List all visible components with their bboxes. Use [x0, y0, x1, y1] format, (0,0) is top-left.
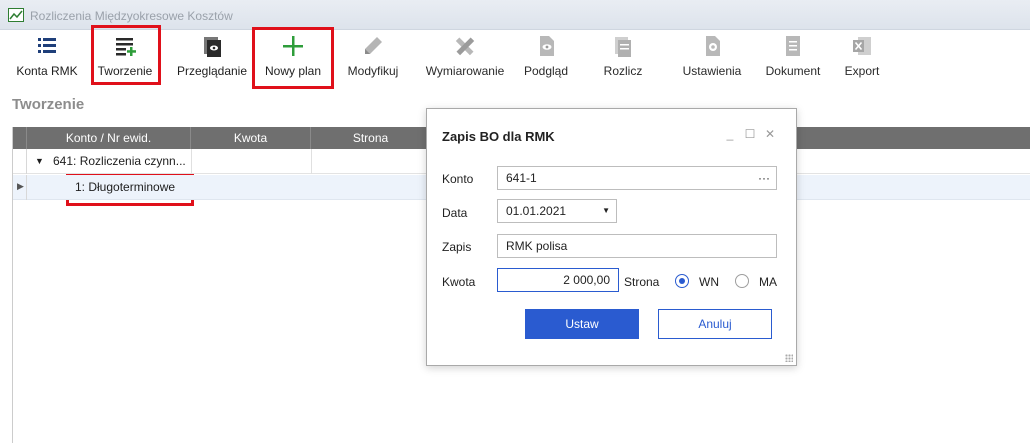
zapis-bo-dialog: Zapis BO dla RMK _ ☐ ✕ Konto 641-1 ··· D… — [426, 108, 797, 366]
row-konto: 1: Długoterminowe — [75, 180, 176, 194]
row-selector[interactable]: ▶ — [13, 175, 27, 200]
current-row-arrow-icon: ▶ — [17, 181, 24, 191]
dialog-title: Zapis BO dla RMK — [442, 129, 555, 144]
toolbar-label: Tworzenie — [97, 64, 153, 78]
maximize-icon[interactable]: ☐ — [743, 127, 757, 141]
toolbar-label: Nowy plan — [264, 64, 322, 78]
eye-document-icon — [540, 36, 554, 56]
toolbar-label: Konta RMK — [16, 64, 78, 78]
konta-rmk-button[interactable]: Konta RMK — [12, 30, 82, 88]
kwota-value: 2 000,00 — [563, 273, 610, 287]
settings-document-icon — [706, 36, 720, 56]
section-title: Tworzenie — [12, 96, 85, 113]
zapis-field[interactable]: RMK polisa — [497, 234, 777, 258]
export-button[interactable]: Export — [836, 30, 888, 88]
row-selector[interactable] — [13, 149, 27, 174]
przegladanie-button[interactable]: Przeglądanie — [174, 30, 250, 88]
dokument-button[interactable]: Dokument — [760, 30, 826, 88]
wn-label: WN — [699, 275, 719, 289]
tworzenie-button[interactable]: Tworzenie — [92, 30, 158, 88]
konto-label: Konto — [442, 172, 474, 186]
toolbar-label: Przeglądanie — [176, 64, 248, 78]
dropdown-arrow-icon[interactable]: ▼ — [602, 200, 610, 222]
strona-label: Strona — [624, 275, 660, 289]
date-value: 01.01.2021 — [506, 204, 567, 218]
wymiarowanie-button[interactable]: Wymiarowanie — [420, 30, 510, 88]
kwota-field[interactable]: 2 000,00 — [497, 268, 619, 292]
modyfikuj-button[interactable]: Modyfikuj — [340, 30, 406, 88]
ma-radio[interactable] — [735, 274, 749, 288]
app-chart-icon — [8, 8, 24, 22]
row-konto: 641: Rozliczenia czynn... — [53, 154, 186, 168]
zapis-value: RMK polisa — [506, 239, 568, 253]
cell-divider — [311, 149, 312, 174]
documents-icon — [615, 37, 631, 57]
toolbar-label: Podgląd — [523, 64, 569, 78]
grid-corner — [13, 127, 27, 149]
plus-icon — [283, 36, 303, 56]
list-icon — [38, 38, 56, 53]
ma-label: MA — [759, 275, 777, 289]
list-add-icon — [116, 38, 136, 56]
anuluj-button[interactable]: Anuluj — [658, 309, 772, 339]
close-icon[interactable]: ✕ — [763, 127, 777, 141]
toolbar-label: Modyfikuj — [347, 64, 399, 78]
title-bar: Rozliczenia Międzyokresowe Kosztów — [0, 0, 1030, 30]
column-header-kwota[interactable]: Kwota — [191, 127, 311, 149]
ustaw-button[interactable]: Ustaw — [525, 309, 639, 339]
podglad-button[interactable]: Podgląd — [515, 30, 577, 88]
resize-grip-icon[interactable] — [785, 354, 793, 362]
excel-icon — [853, 37, 871, 55]
window-title: Rozliczenia Międzyokresowe Kosztów — [30, 9, 233, 23]
data-label: Data — [442, 206, 468, 220]
cell-divider — [191, 149, 192, 174]
wn-radio[interactable] — [675, 274, 689, 288]
column-header-konto[interactable]: Konto / Nr ewid. — [27, 127, 191, 149]
toolbar-label: Export — [844, 64, 880, 78]
collapse-arrow-icon[interactable]: ▼ — [35, 149, 47, 174]
kwota-label: Kwota — [442, 275, 476, 289]
konto-field[interactable]: 641-1 ··· — [497, 166, 777, 190]
minimize-icon[interactable]: _ — [723, 127, 737, 141]
ruler-pencil-icon — [455, 37, 475, 56]
konto-value: 641-1 — [506, 171, 537, 185]
nowy-plan-button[interactable]: Nowy plan — [256, 30, 330, 88]
document-icon — [786, 36, 800, 56]
toolbar-label: Ustawienia — [682, 64, 742, 78]
toolbar-label: Rozlicz — [603, 64, 643, 78]
zapis-label: Zapis — [442, 240, 472, 254]
pencil-icon — [365, 37, 382, 54]
column-header-strona[interactable]: Strona — [311, 127, 431, 149]
date-picker[interactable]: 01.01.2021 ▼ — [497, 199, 617, 223]
rozlicz-button[interactable]: Rozlicz — [592, 30, 654, 88]
view-copy-icon — [204, 37, 221, 57]
toolbar-label: Dokument — [765, 64, 821, 78]
ustawienia-button[interactable]: Ustawienia — [676, 30, 748, 88]
konto-lookup-button[interactable]: ··· — [758, 167, 770, 189]
toolbar-label: Wymiarowanie — [425, 64, 505, 78]
toolbar: Konta RMK Tworzenie Przeglądanie Nowy pl… — [0, 30, 1030, 88]
